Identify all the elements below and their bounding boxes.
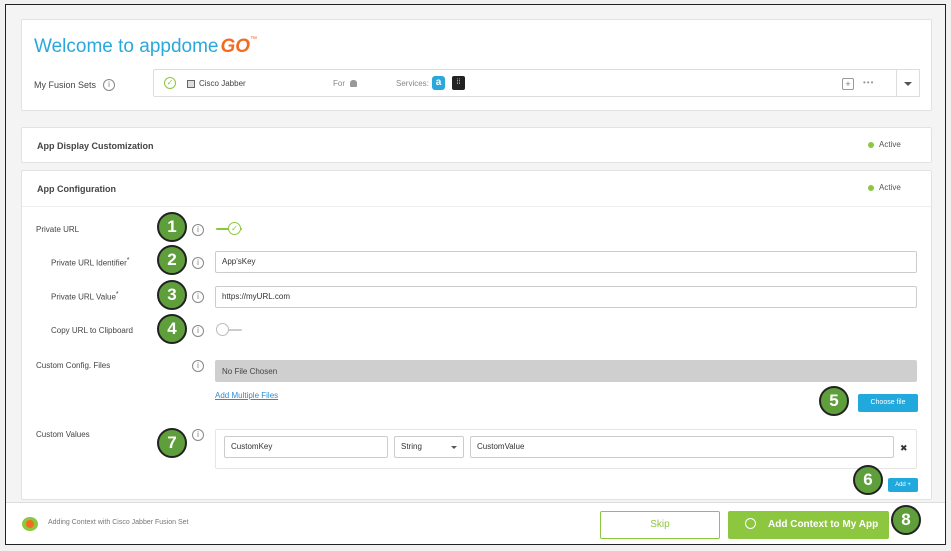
brand-appdome: appdome	[139, 36, 219, 57]
callout-badge: 2	[157, 245, 187, 275]
active-status-dot	[868, 142, 874, 148]
add-multiple-files-link[interactable]: Add Multiple Files	[215, 391, 278, 400]
display-customization-section[interactable]: App Display Customization Active	[21, 127, 932, 163]
more-options-icon[interactable]: •••	[863, 78, 874, 87]
fusion-app-name: Cisco Jabber	[199, 79, 246, 88]
custom-key-input[interactable]: CustomKey	[224, 436, 388, 458]
config-section-title: App Configuration	[37, 184, 116, 194]
welcome-text: Welcome to	[34, 36, 140, 57]
config-section-header[interactable]: App Configuration Active	[22, 171, 931, 207]
caret-down-icon	[904, 82, 912, 86]
clipboard-toggle[interactable]	[216, 322, 246, 338]
toggle-knob	[216, 323, 229, 336]
url-value-label-text: Private URL Value	[51, 292, 116, 302]
fusion-set-selector[interactable]: ✓ Cisco Jabber For Services: a ⁞⁞ + •••	[153, 69, 919, 97]
custom-type-select[interactable]: String	[394, 436, 464, 458]
identifier-info-icon[interactable]: i	[192, 257, 204, 269]
callout-badge: 8	[891, 505, 921, 535]
blackberry-service-icon: ⁞⁞	[452, 76, 465, 90]
callout-badge: 5	[819, 386, 849, 416]
custom-values-info-icon[interactable]: i	[192, 429, 204, 441]
footer-bar: Adding Context with Cisco Jabber Fusion …	[6, 502, 945, 544]
for-label: For	[333, 79, 345, 88]
appdome-service-icon: a	[432, 76, 445, 90]
url-value-label: Private URL Value*	[51, 291, 119, 302]
file-status: No File Chosen	[222, 367, 278, 376]
active-status-dot	[868, 185, 874, 191]
toggle-knob-check-icon: ✓	[228, 222, 241, 235]
add-context-label: Add Context to My App	[768, 519, 879, 530]
fusion-info-icon[interactable]: i	[103, 79, 115, 91]
url-value-info-icon[interactable]: i	[192, 291, 204, 303]
clipboard-label: Copy URL to Clipboard	[51, 326, 133, 335]
remove-row-icon[interactable]: ✖	[900, 443, 908, 454]
skip-button[interactable]: Skip	[600, 511, 720, 539]
identifier-input[interactable]: App'sKey	[215, 251, 917, 273]
brand-go: GO	[220, 36, 251, 57]
logo-inner	[26, 520, 34, 528]
required-marker: *	[126, 257, 130, 264]
private-url-label: Private URL	[36, 225, 80, 234]
custom-values-label: Custom Values	[36, 430, 90, 439]
add-value-button[interactable]: Add +	[888, 478, 918, 492]
private-url-toggle[interactable]: ✓	[216, 221, 246, 237]
add-square-icon[interactable]: +	[842, 78, 854, 90]
clipboard-info-icon[interactable]: i	[192, 325, 204, 337]
fusion-logo-icon	[22, 517, 38, 531]
fusion-sets-label: My Fusion Sets	[34, 80, 97, 90]
services-label: Services:	[396, 79, 429, 88]
android-icon	[350, 80, 357, 87]
custom-type-value: String	[401, 442, 422, 451]
display-section-title: App Display Customization	[37, 141, 154, 151]
app-window: Welcome to appdome GO™ My Fusion Sets i ✓…	[5, 4, 946, 545]
callout-badge: 6	[853, 465, 883, 495]
display-status: Active	[879, 140, 901, 149]
app-icon	[187, 80, 195, 88]
config-status: Active	[879, 183, 901, 192]
brand-tm: ™	[250, 36, 258, 43]
custom-value-input[interactable]: CustomValue	[470, 436, 894, 458]
file-drop-area[interactable]: No File Chosen	[215, 360, 917, 382]
required-marker: *	[115, 291, 119, 298]
add-context-button[interactable]: Add Context to My App	[728, 511, 889, 539]
callout-badge: 7	[157, 428, 187, 458]
page-title: Welcome to appdome GO™	[34, 36, 257, 58]
footer-context-text: Adding Context with Cisco Jabber Fusion …	[48, 519, 189, 526]
private-url-info-icon[interactable]: i	[192, 224, 204, 236]
choose-file-button[interactable]: Choose file	[858, 394, 918, 412]
check-circle-icon: ✓	[164, 77, 176, 89]
callout-badge: 4	[157, 314, 187, 344]
config-files-info-icon[interactable]: i	[192, 360, 204, 372]
url-value-input[interactable]: https://myURL.com	[215, 286, 917, 308]
callout-badge: 1	[157, 212, 187, 242]
lightbulb-icon	[745, 518, 756, 529]
callout-badge: 3	[157, 280, 187, 310]
custom-values-box: CustomKey String CustomValue ✖	[215, 429, 917, 469]
caret-down-icon	[451, 446, 457, 449]
identifier-label-text: Private URL Identifier	[51, 258, 127, 268]
header-card: Welcome to appdome GO™ My Fusion Sets i ✓…	[21, 19, 932, 111]
fusion-dropdown-button[interactable]	[896, 69, 920, 97]
identifier-label: Private URL Identifier*	[51, 257, 129, 268]
config-files-label: Custom Config. Files	[36, 361, 111, 370]
